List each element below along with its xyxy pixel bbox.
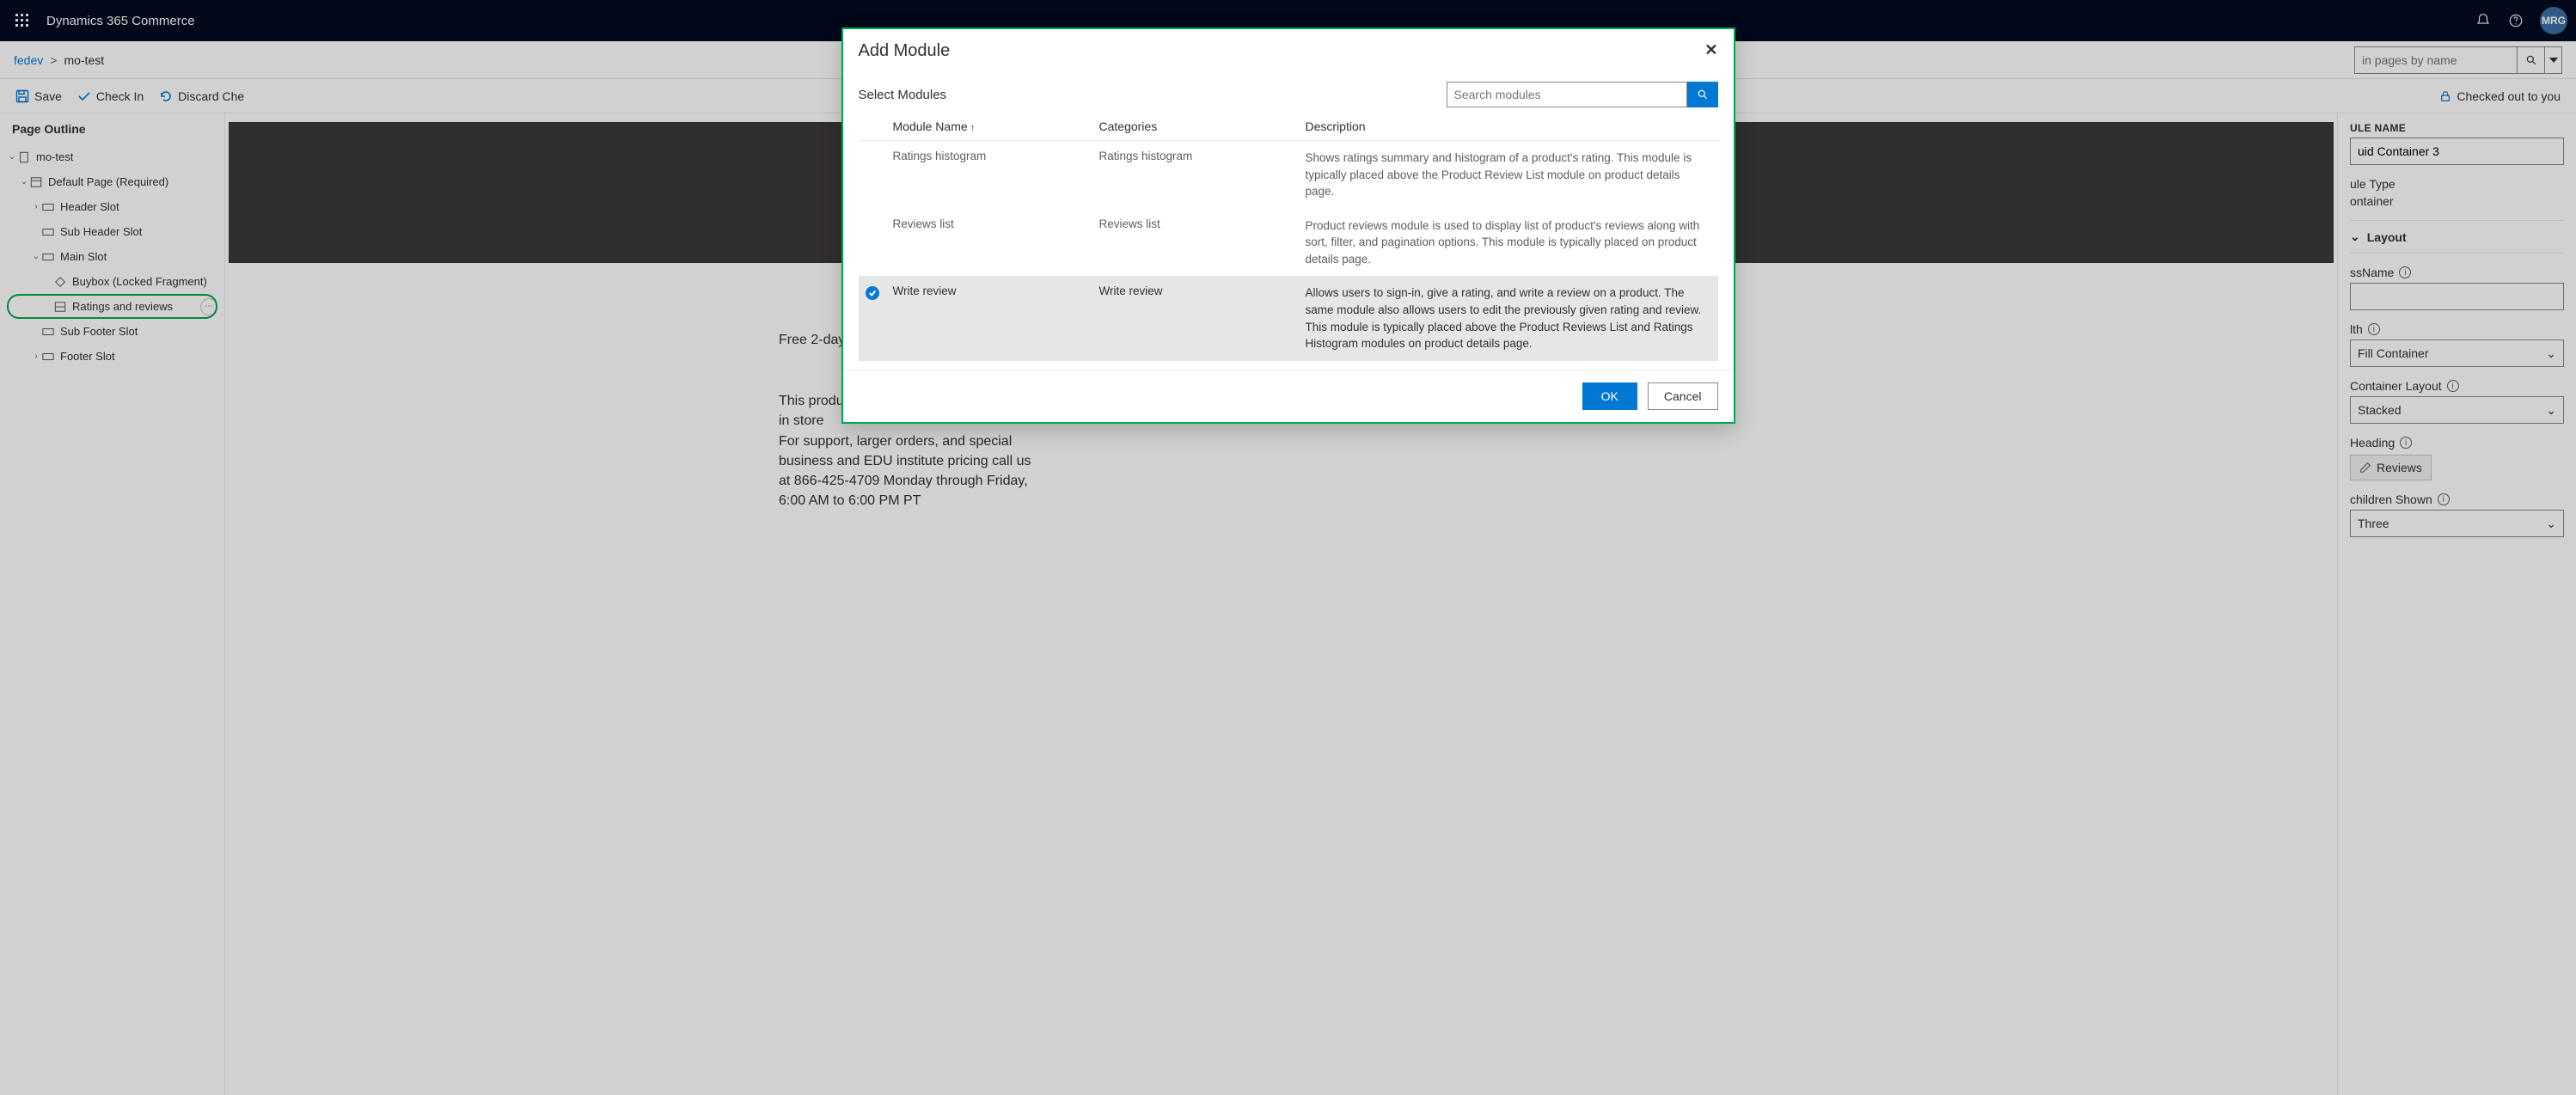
dialog-search: [1447, 82, 1718, 107]
row-category: Ratings histogram: [1099, 150, 1306, 162]
row-name: Ratings histogram: [893, 150, 1099, 162]
table-row[interactable]: Write review Write review Allows users t…: [859, 276, 1718, 360]
col-categories[interactable]: Categories: [1099, 119, 1306, 133]
col-module-name[interactable]: Module Name: [893, 119, 1099, 133]
row-description: Shows ratings summary and histogram of a…: [1306, 150, 1718, 200]
dialog-search-button[interactable]: [1687, 82, 1718, 107]
dialog-subtitle: Select Modules: [859, 88, 1447, 102]
row-name: Write review: [893, 284, 1099, 297]
row-category: Write review: [1099, 284, 1306, 297]
dialog-search-input[interactable]: [1447, 82, 1687, 107]
row-category: Reviews list: [1099, 217, 1306, 230]
table-row[interactable]: Ratings histogram Ratings histogram Show…: [859, 141, 1718, 209]
table-row[interactable]: Reviews list Reviews list Product review…: [859, 209, 1718, 277]
row-description: Product reviews module is used to displa…: [1306, 217, 1718, 268]
add-module-dialog: Add Module ✕ Select Modules Module Name …: [841, 28, 1735, 424]
row-selected-icon: [866, 286, 879, 300]
cancel-button[interactable]: Cancel: [1648, 382, 1718, 410]
col-description[interactable]: Description: [1306, 119, 1718, 133]
row-name: Reviews list: [893, 217, 1099, 230]
dialog-table: Module Name Categories Description Ratin…: [859, 119, 1718, 361]
row-description: Allows users to sign-in, give a rating, …: [1306, 284, 1718, 352]
dialog-close-button[interactable]: ✕: [1704, 41, 1717, 59]
dialog-title: Add Module: [859, 41, 1705, 61]
ok-button[interactable]: OK: [1582, 382, 1637, 410]
